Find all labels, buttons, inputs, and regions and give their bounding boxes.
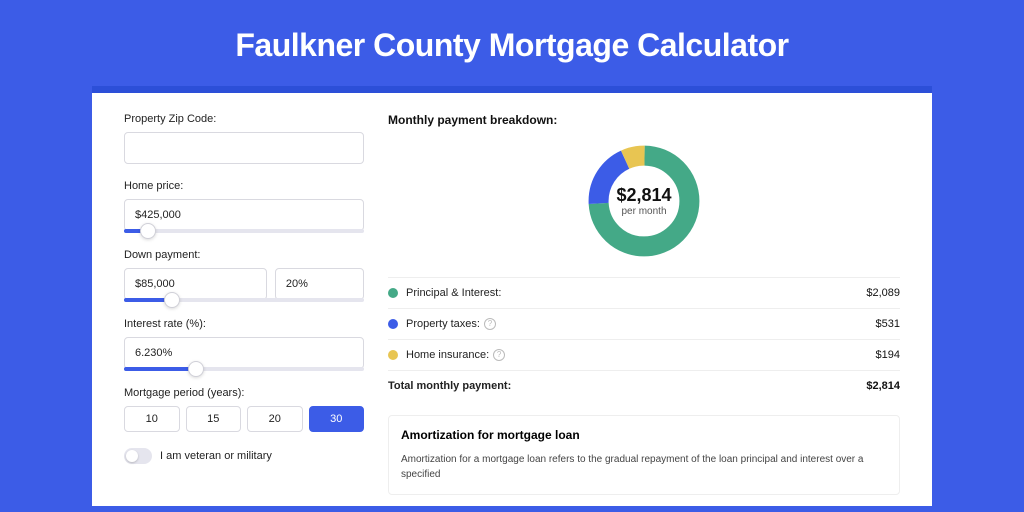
- zip-label: Property Zip Code:: [124, 113, 364, 125]
- tax-label: Property taxes:: [406, 318, 480, 330]
- breakdown-line-insurance: Home insurance:? $194: [388, 339, 900, 370]
- insurance-value: $194: [876, 349, 900, 361]
- slider-handle-icon[interactable]: [164, 292, 180, 308]
- slider-handle-icon[interactable]: [140, 223, 156, 239]
- dot-icon: [388, 350, 398, 360]
- veteran-toggle[interactable]: [124, 448, 152, 464]
- down-percent-input[interactable]: [275, 268, 364, 300]
- principal-label: Principal & Interest:: [406, 287, 501, 299]
- slider-handle-icon[interactable]: [188, 361, 204, 377]
- breakdown-line-principal: Principal & Interest: $2,089: [388, 277, 900, 308]
- form-column: Property Zip Code: Home price: Down paym…: [124, 113, 364, 506]
- info-icon[interactable]: ?: [484, 318, 496, 330]
- down-slider[interactable]: [124, 298, 364, 302]
- rate-slider[interactable]: [124, 367, 364, 371]
- period-button-30[interactable]: 30: [309, 406, 365, 432]
- period-group: Mortgage period (years): 10 15 20 30: [124, 387, 364, 432]
- info-icon[interactable]: ?: [493, 349, 505, 361]
- breakdown-column: Monthly payment breakdown: $2,814 per mo…: [388, 113, 900, 506]
- insurance-label: Home insurance:: [406, 349, 489, 361]
- period-button-15[interactable]: 15: [186, 406, 242, 432]
- dot-icon: [388, 319, 398, 329]
- page-title: Faulkner County Mortgage Calculator: [0, 0, 1024, 86]
- principal-value: $2,089: [866, 287, 900, 299]
- breakdown-line-total: Total monthly payment: $2,814: [388, 370, 900, 401]
- rate-label: Interest rate (%):: [124, 318, 364, 330]
- price-group: Home price:: [124, 180, 364, 233]
- amortization-card: Amortization for mortgage loan Amortizat…: [388, 415, 900, 495]
- period-button-20[interactable]: 20: [247, 406, 303, 432]
- tax-value: $531: [876, 318, 900, 330]
- rate-group: Interest rate (%):: [124, 318, 364, 371]
- dot-icon: [388, 288, 398, 298]
- price-input[interactable]: [124, 199, 364, 231]
- zip-group: Property Zip Code:: [124, 113, 364, 164]
- breakdown-line-taxes: Property taxes:? $531: [388, 308, 900, 339]
- down-amount-input[interactable]: [124, 268, 267, 300]
- calculator-panel: Property Zip Code: Home price: Down paym…: [92, 86, 932, 506]
- down-group: Down payment:: [124, 249, 364, 302]
- total-label: Total monthly payment:: [388, 380, 511, 392]
- amortization-body: Amortization for a mortgage loan refers …: [401, 452, 887, 482]
- price-slider[interactable]: [124, 229, 364, 233]
- price-label: Home price:: [124, 180, 364, 192]
- amortization-heading: Amortization for mortgage loan: [401, 428, 887, 442]
- donut-amount: $2,814: [616, 185, 671, 206]
- period-label: Mortgage period (years):: [124, 387, 364, 399]
- donut-chart: $2,814 per month: [388, 141, 900, 261]
- veteran-label: I am veteran or military: [160, 450, 272, 462]
- rate-input[interactable]: [124, 337, 364, 369]
- zip-input[interactable]: [124, 132, 364, 164]
- breakdown-heading: Monthly payment breakdown:: [388, 113, 900, 127]
- period-button-10[interactable]: 10: [124, 406, 180, 432]
- donut-subtitle: per month: [621, 206, 666, 217]
- total-value: $2,814: [866, 380, 900, 392]
- down-label: Down payment:: [124, 249, 364, 261]
- veteran-row: I am veteran or military: [124, 448, 364, 464]
